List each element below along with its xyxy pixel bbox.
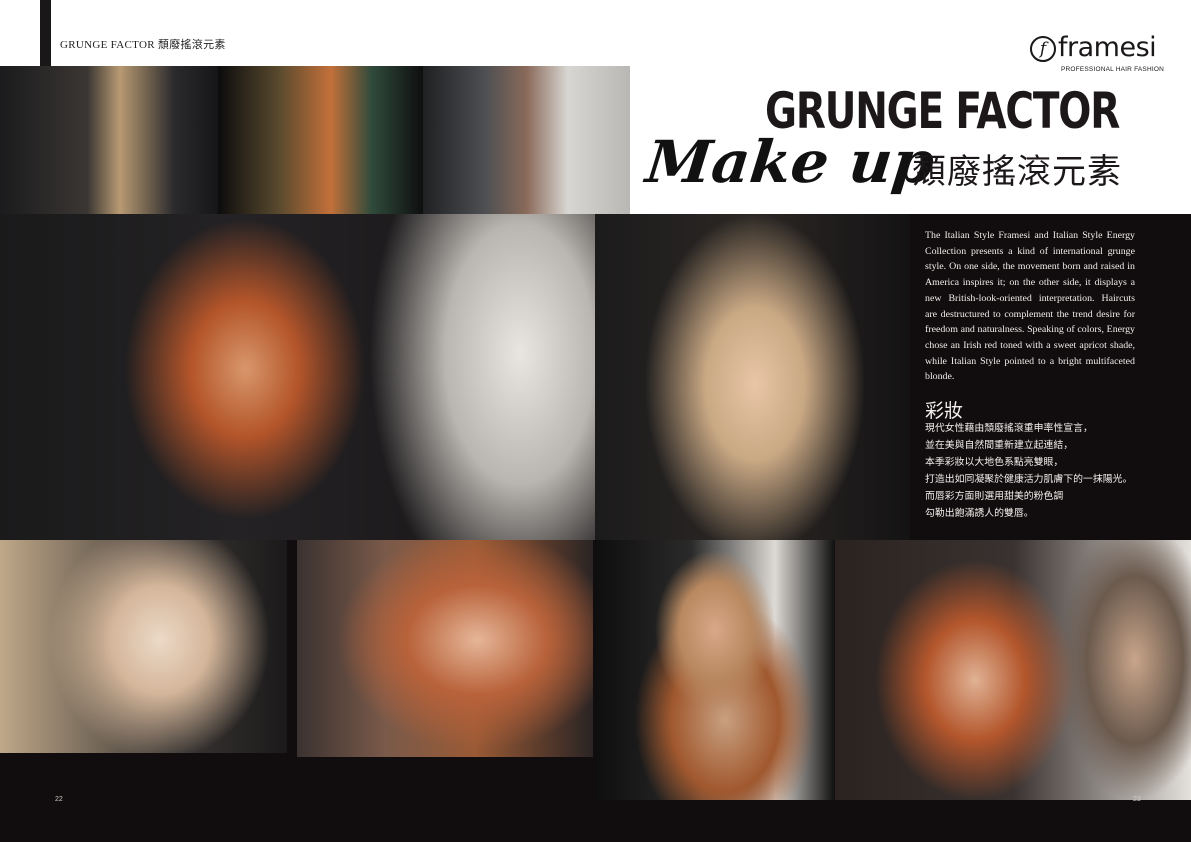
header-accent-bar — [40, 0, 51, 66]
photo-blonde-profile — [0, 540, 287, 753]
title-script: Make up — [642, 128, 938, 196]
running-head: GRUNGE FACTOR 頹廢搖滾元素 — [60, 39, 226, 51]
photo-backstage-styling — [423, 66, 630, 214]
photo-stylists-fitting — [0, 66, 218, 214]
article-body: The Italian Style Framesi and Italian St… — [925, 230, 1135, 383]
makeup-line: 而唇彩方面則選用甜美的粉色調 — [925, 491, 1064, 502]
brand-name: framesi — [1058, 32, 1157, 63]
photo-red-hair-profile — [835, 540, 1191, 800]
page-number-left: 22 — [55, 796, 63, 803]
photo-blonde-portrait — [595, 214, 910, 540]
photo-models-plaid — [218, 66, 423, 214]
framesi-logo-icon: f — [1030, 36, 1056, 62]
makeup-heading: 彩妝 — [925, 400, 964, 422]
photo-stylist-with-model — [595, 540, 835, 800]
photo-makeup-application — [297, 540, 593, 757]
makeup-line: 勾勒出飽滿誘人的雙唇。 — [925, 508, 1034, 519]
page-number-right: 23 — [1133, 796, 1141, 803]
makeup-text: 現代女性藉由頹廢搖滾重申率性宣言， 並在美與自然間重新建立起連結， 本季彩妝以大… — [925, 420, 1132, 522]
makeup-line: 本季彩妝以大地色系點亮雙眼， — [925, 457, 1064, 468]
makeup-line: 並在美與自然間重新建立起連結， — [925, 440, 1074, 451]
makeup-line: 現代女性藉由頹廢搖滾重申率性宣言， — [925, 423, 1093, 434]
photo-red-hair-hairspray — [0, 214, 595, 540]
brand-tagline: PROFESSIONAL HAIR FASHION — [1061, 66, 1165, 73]
title-chinese: 頹廢搖滾元素 — [912, 152, 1122, 192]
makeup-line: 打造出如同凝聚於健康活力肌膚下的一抹陽光。 — [925, 474, 1133, 485]
